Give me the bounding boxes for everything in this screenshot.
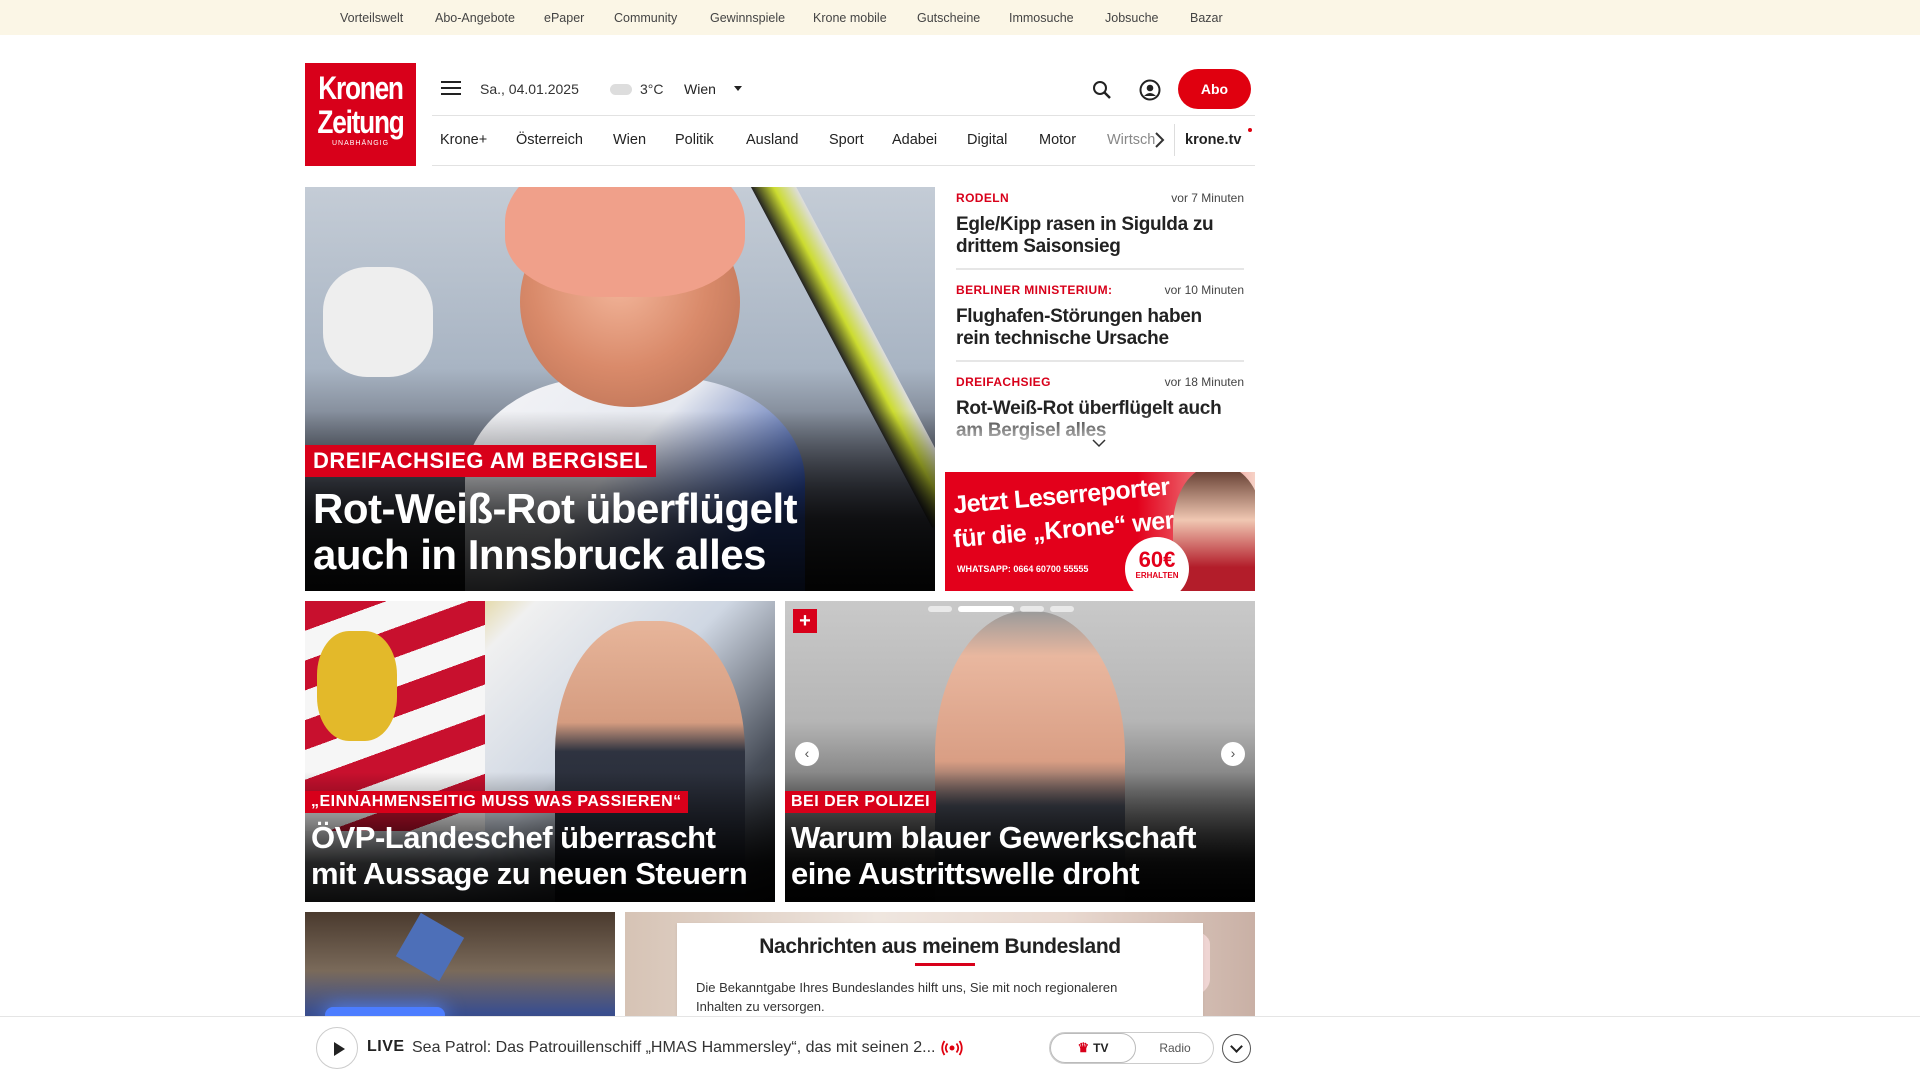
ticker-title: Flughafen-Störungen haben rein technisch…: [956, 306, 1202, 349]
carousel-next-icon[interactable]: ›: [1221, 742, 1245, 766]
nav-item-oesterreich[interactable]: Österreich: [516, 132, 583, 148]
carousel-dot[interactable]: [1020, 606, 1044, 612]
logo-tagline: UNABHÄNGIG: [331, 140, 390, 147]
crown-icon: ♛: [1077, 1040, 1090, 1055]
topbar-link-krone-mobile[interactable]: Krone mobile: [813, 11, 887, 25]
krone-tv-link[interactable]: krone.tv: [1185, 132, 1241, 148]
ticker-kicker: RODELN: [956, 191, 1010, 205]
hero-image-glove: [323, 267, 433, 377]
ticker-title: Egle/Kipp rasen in Sigulda zu drittem Sa…: [956, 214, 1214, 257]
cloud-icon: [610, 84, 632, 95]
nav-divider: [432, 165, 1255, 166]
hero-image-helmet: [505, 187, 745, 297]
radio-toggle[interactable]: Radio: [1136, 1033, 1214, 1063]
leserreporter-ad-banner[interactable]: Jetzt Leserreporter für die „Krone“ werd…: [945, 472, 1255, 591]
topbar-link-jobsuche[interactable]: Jobsuche: [1105, 11, 1159, 25]
ticker-divider: [956, 360, 1244, 362]
tv-radio-switch[interactable]: ♛ TV Radio: [1049, 1032, 1214, 1064]
krone-plus-icon: +: [793, 609, 817, 633]
chevron-down-icon[interactable]: [1092, 438, 1106, 448]
topbar-link-gutscheine[interactable]: Gutscheine: [917, 11, 980, 25]
broadcast-icon: [941, 1040, 963, 1056]
nav-item-ausland[interactable]: Ausland: [746, 132, 798, 148]
header-divider: [432, 115, 1255, 116]
ad-badge-amount: 60€: [1138, 547, 1176, 572]
tv-label: TV: [1093, 1041, 1109, 1055]
tv-toggle[interactable]: ♛ TV: [1050, 1033, 1136, 1063]
nav-item-wien[interactable]: Wien: [613, 132, 646, 148]
ticker-item[interactable]: BERLINER MINISTERIUM: vor 10 Minuten Flu…: [944, 279, 1244, 369]
ticker-kicker: DREIFACHSIEG: [956, 375, 1051, 389]
live-program-title[interactable]: Sea Patrol: Das Patrouillenschiff „HMAS …: [412, 1039, 935, 1057]
topbar-link-community[interactable]: Community: [614, 11, 677, 25]
temperature: 3°C: [640, 81, 664, 97]
logo-line-1: Kronen: [318, 70, 404, 106]
chevron-down-icon: [1230, 1040, 1243, 1053]
nav-separator: [1174, 124, 1175, 156]
hero-article[interactable]: DREIFACHSIEG AM BERGISEL Rot-Weiß-Rot üb…: [305, 187, 935, 591]
topbar-link-immosuche[interactable]: Immosuche: [1009, 11, 1074, 25]
expand-player-button[interactable]: [1222, 1034, 1251, 1063]
topbar-link-abo-angebote[interactable]: Abo-Angebote: [435, 11, 515, 25]
topbar-link-vorteilswelt[interactable]: Vorteilswelt: [340, 11, 403, 25]
nav-item-politik[interactable]: Politik: [675, 132, 714, 148]
carousel-prev-icon[interactable]: ‹: [795, 742, 819, 766]
ticker-item[interactable]: RODELN vor 7 Minuten Egle/Kipp rasen in …: [944, 187, 1244, 277]
abo-button[interactable]: Abo: [1178, 69, 1251, 109]
bundesland-title: Nachrichten aus meinem Bundesland: [759, 935, 1121, 958]
hero-headline-line-2: auch in Innsbruck alles: [313, 531, 766, 578]
topbar-link-bazar[interactable]: Bazar: [1190, 11, 1223, 25]
current-date: Sa., 04.01.2025: [480, 81, 579, 97]
top-bar: Vorteilswelt Abo-Angebote ePaper Communi…: [0, 0, 1920, 35]
ad-badge-text: ERHALTEN: [1135, 571, 1179, 580]
logo-line-2: Zeitung: [317, 104, 404, 140]
nav-item-wirtschaft[interactable]: Wirtsch: [1107, 132, 1155, 148]
ticker-kicker: BERLINER MINISTERIUM:: [956, 283, 1113, 297]
ticker-time: vor 10 Minuten: [1164, 283, 1244, 297]
title-underline: [915, 963, 975, 966]
carousel-dot-active[interactable]: [958, 606, 1014, 612]
caret-down-icon[interactable]: [734, 86, 742, 91]
hero-kicker: DREIFACHSIEG AM BERGISEL: [305, 445, 657, 477]
card-kicker: BEI DER POLIZEI: [785, 791, 937, 813]
card-headline-line-2: eine Austrittswelle droht: [791, 856, 1140, 891]
hamburger-menu-icon[interactable]: [441, 81, 461, 97]
nav-item-digital[interactable]: Digital: [967, 132, 1007, 148]
article-card-oevp[interactable]: „EINNAHMENSEITIG MUSS WAS PASSIEREN“ ÖVP…: [305, 601, 775, 902]
nav-item-motor[interactable]: Motor: [1039, 132, 1076, 148]
card-headline-line-1: Warum blauer Gewerkschaft: [791, 820, 1197, 855]
ticker-time: vor 7 Minuten: [1171, 191, 1244, 205]
topbar-link-gewinnspiele[interactable]: Gewinnspiele: [710, 11, 785, 25]
carousel-dot[interactable]: [1050, 606, 1074, 612]
card-image-sign: [395, 912, 465, 982]
article-carousel-gewerkschaft[interactable]: + ‹ › BEI DER POLIZEI Warum blauer Gewer…: [785, 601, 1255, 902]
card-headline-line-1: ÖVP-Landeschef überrascht: [311, 820, 716, 855]
ticker-divider: [956, 268, 1244, 270]
search-icon[interactable]: [1092, 80, 1112, 100]
hero-headline-line-1: Rot-Weiß-Rot überflügelt: [313, 485, 798, 532]
carousel-indicator: [928, 606, 1074, 612]
carousel-dot[interactable]: [928, 606, 952, 612]
nav-item-sport[interactable]: Sport: [829, 132, 864, 148]
city-selector[interactable]: Wien: [684, 81, 716, 97]
chevron-right-icon[interactable]: [1150, 128, 1168, 152]
topbar-link-epaper[interactable]: ePaper: [544, 11, 584, 25]
nav-item-krone-plus[interactable]: Krone+: [440, 132, 487, 148]
card-kicker: „EINNAHMENSEITIG MUSS WAS PASSIEREN“: [305, 791, 688, 813]
card-headline-line-2: mit Aussage zu neuen Steuern: [311, 856, 748, 891]
bundesland-prompt[interactable]: Nachrichten aus meinem Bundesland Die Be…: [677, 923, 1203, 1023]
bundesland-description: Die Bekanntgabe Ihres Bundeslandes hilft…: [696, 980, 1118, 1014]
site-logo[interactable]: Kronen Zeitung UNABHÄNGIG: [305, 63, 416, 166]
play-icon: [334, 1042, 345, 1056]
ad-whatsapp-number: WHATSAPP: 0664 60700 55555: [957, 564, 1089, 574]
live-label: LIVE: [367, 1038, 405, 1055]
play-button[interactable]: [316, 1027, 358, 1069]
card-image-coat-of-arms: [317, 631, 397, 741]
nav-item-adabei[interactable]: Adabei: [892, 132, 937, 148]
live-dot-icon: [1248, 128, 1252, 132]
ticker-time: vor 18 Minuten: [1164, 375, 1244, 389]
user-account-icon[interactable]: [1139, 79, 1161, 101]
